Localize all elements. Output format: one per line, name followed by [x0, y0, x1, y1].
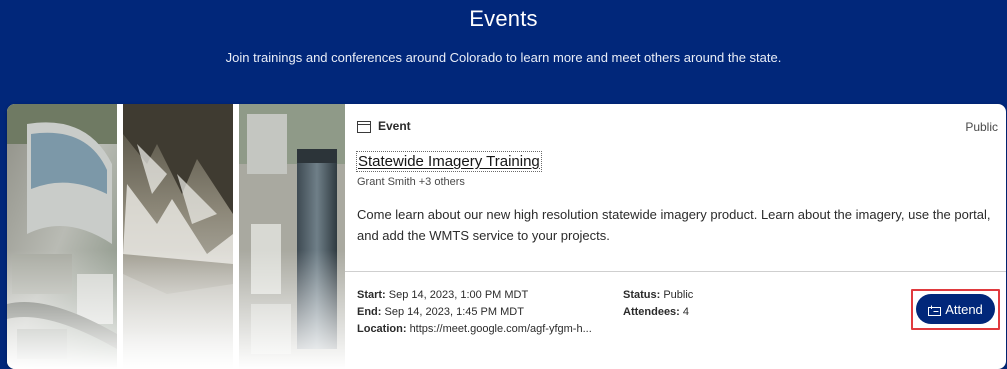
event-card: Event Public Statewide Imagery Training … [7, 104, 1006, 369]
card-divider [345, 271, 1006, 272]
event-description: Come learn about our new high resolution… [357, 207, 991, 243]
event-organizers: Grant Smith +3 others [357, 176, 465, 188]
location-value: https://meet.google.com/agf-yfgm-h... [409, 323, 592, 335]
event-details-right: Status: Public Attendees: 4 [623, 287, 693, 321]
location-row: Location: https://meet.google.com/agf-yf… [357, 321, 592, 338]
attendees-row: Attendees: 4 [623, 306, 690, 318]
event-summary: Event Public Statewide Imagery Training … [345, 104, 1006, 272]
attend-button[interactable]: Attend [916, 294, 995, 324]
event-card-body: Event Public Statewide Imagery Training … [345, 104, 1006, 369]
page-title: Events [469, 6, 538, 31]
calendar-icon [357, 120, 371, 133]
attend-button-label: Attend [945, 301, 983, 317]
end-value: Sep 14, 2023, 1:45 PM MDT [384, 306, 524, 318]
event-details-left: Start: Sep 14, 2023, 1:00 PM MDT End: Se… [357, 287, 592, 338]
event-title-link[interactable]: Statewide Imagery Training [356, 151, 542, 172]
event-type-label: Event [378, 119, 411, 133]
status-row: Status: Public [623, 289, 694, 301]
status-value: Public [663, 289, 694, 301]
access-label: Public [965, 120, 998, 134]
attendees-value: 4 [682, 306, 690, 318]
start-value: Sep 14, 2023, 1:00 PM MDT [388, 289, 529, 301]
page-subtitle: Join trainings and conferences around Co… [225, 50, 782, 65]
event-type: Event [357, 119, 411, 133]
ticket-icon [928, 304, 942, 316]
event-thumbnail-image [7, 104, 345, 369]
start-row: Start: Sep 14, 2023, 1:00 PM MDT [357, 289, 529, 301]
end-row: End: Sep 14, 2023, 1:45 PM MDT [357, 306, 524, 318]
